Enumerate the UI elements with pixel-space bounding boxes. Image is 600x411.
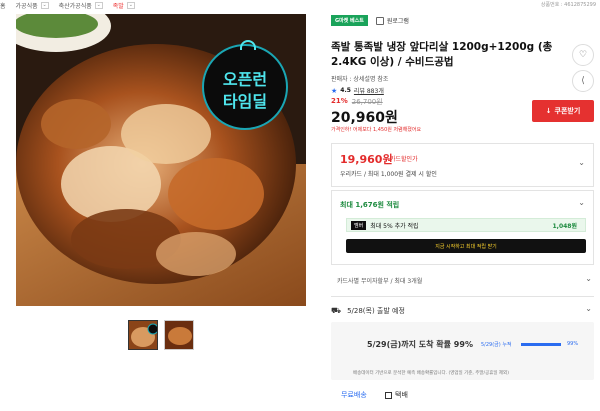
chevron-down-icon[interactable]: ⌄: [578, 158, 585, 167]
best-tag: G마켓 베스트: [331, 15, 368, 26]
rating-score: 4.5: [340, 87, 351, 94]
thumbnail-list: [128, 320, 194, 350]
chevron-down-icon[interactable]: ⌄: [585, 274, 592, 283]
thumbnail-2[interactable]: [164, 320, 194, 350]
sale-price: 20,960원: [331, 110, 398, 126]
chevron-down-icon[interactable]: ⌄: [40, 1, 49, 9]
shipping-date-row: ⛟ 5/28(목) 출발 예정: [331, 306, 405, 316]
product-tags: G마켓 베스트 원로그램: [331, 15, 409, 26]
member-points-amount: 1,048원: [552, 222, 578, 230]
coupon-button[interactable]: ↓ 쿠폰받기: [532, 100, 594, 122]
heart-icon: ♡: [578, 50, 588, 60]
breadcrumb-label: 족발: [112, 2, 124, 10]
discount-percent: 21%: [331, 97, 348, 105]
review-link[interactable]: 리뷰 883개: [354, 86, 384, 95]
join-membership-button[interactable]: 지금 시작하고 최대 적립 받기: [346, 239, 586, 253]
breadcrumb-category-3[interactable]: 족발 ⌄: [113, 1, 135, 10]
product-title: 족발 통족발 냉장 앞다리살 1200g+1200g (총 2.4KG 이상) …: [331, 41, 553, 68]
delivery-progress-fill: [521, 343, 561, 346]
alarm-clock-icon: [240, 40, 256, 50]
delivery-cumulative-label: 5/29(금) 누적: [481, 342, 512, 348]
delivery-probability-title: 5/29(금)까지 도착 확률 99%: [367, 340, 473, 349]
chevron-down-icon[interactable]: ⌄: [585, 304, 592, 313]
breadcrumb-home[interactable]: 홈: [0, 1, 6, 10]
member-tag: 멤버: [351, 220, 367, 230]
price-drop-note: 가격인하! 어제보다 1,450원 저렴해졌어요: [331, 127, 422, 133]
card-price-label: 카드할인가: [390, 156, 418, 163]
share-icon: ⟨: [581, 76, 585, 86]
store-link[interactable]: 원로그램: [375, 16, 409, 25]
timedeal-badge: 오픈런 타임딜: [202, 40, 288, 130]
star-icon: ★: [331, 86, 338, 95]
breadcrumb-label: 축산가공식품: [58, 2, 92, 10]
card-discount-box[interactable]: 19,960원 카드할인가 우리카드 / 최대 1,000원 결제 시 할인 ⌄: [331, 143, 594, 187]
shipping-date: 5/28(목) 출발 예정: [347, 307, 405, 315]
chevron-down-icon[interactable]: ⌄: [94, 1, 103, 9]
free-shipping-label: 무료배송: [341, 391, 367, 399]
breadcrumb-label: 가공식품: [15, 2, 38, 10]
parcel-label: 택배: [385, 390, 408, 400]
points-box: 최대 1,676원 적립 ⌄ 멤버 최대 5% 추가 적립 1,048원 지금 …: [331, 190, 594, 265]
breadcrumb-label: 홈: [0, 2, 6, 10]
product-info-panel: G마켓 베스트 원로그램 족발 통족발 냉장 앞다리살 1200g+1200g …: [331, 0, 600, 411]
card-desc: 우리카드 / 최대 1,000원 결제 시 할인: [340, 171, 437, 178]
card-price: 19,960원: [340, 153, 393, 166]
installment-info: 카드사별 무이자할부 / 최대 3개월: [337, 278, 423, 285]
thumbnail-1[interactable]: [128, 320, 158, 350]
discount-row: 21% 26,700원: [331, 97, 383, 107]
delivery-progress-bar: [521, 343, 561, 346]
wishlist-button[interactable]: ♡: [572, 44, 594, 66]
parcel-text: 택배: [395, 391, 408, 399]
store-icon: [375, 16, 384, 25]
chevron-down-icon[interactable]: ⌄: [578, 198, 585, 207]
truck-icon: ⛟: [331, 306, 342, 315]
chevron-down-icon[interactable]: ⌄: [126, 1, 135, 9]
delivery-probability-box: 5/29(금)까지 도착 확률 99% 5/29(금) 누적 99% 배송데이터…: [331, 322, 594, 380]
product-main-image[interactable]: 오픈런 타임딜: [16, 14, 306, 306]
badge-text-line2: 타임딜: [222, 92, 268, 111]
box-icon: [385, 391, 392, 399]
delivery-percent: 99%: [567, 341, 579, 347]
member-points-row: 멤버 최대 5% 추가 적립 1,048원: [346, 218, 586, 232]
rating-row: ★ 4.5 리뷰 883개: [331, 86, 384, 96]
delivery-note: 배송데이터 기반으로 분석한 예측 배송확률입니다. (영업일 기준, 주말/공…: [353, 371, 509, 376]
coupon-button-label: 쿠폰받기: [554, 107, 581, 115]
share-button[interactable]: ⟨: [572, 70, 594, 92]
original-price: 26,700원: [351, 98, 383, 106]
points-header: 최대 1,676원 적립: [340, 201, 400, 209]
badge-text-line1: 오픈런: [222, 70, 268, 89]
breadcrumb-category-1[interactable]: 가공식품 ⌄: [16, 1, 49, 10]
seller-info: 판매자 : 상세설명 참조: [331, 76, 389, 83]
member-points-text: 최대 5% 추가 적립: [370, 222, 419, 230]
divider: [331, 296, 594, 297]
breadcrumb-category-2[interactable]: 축산가공식품 ⌄: [59, 1, 103, 10]
store-name: 원로그램: [386, 18, 409, 25]
download-icon: ↓: [545, 107, 552, 115]
